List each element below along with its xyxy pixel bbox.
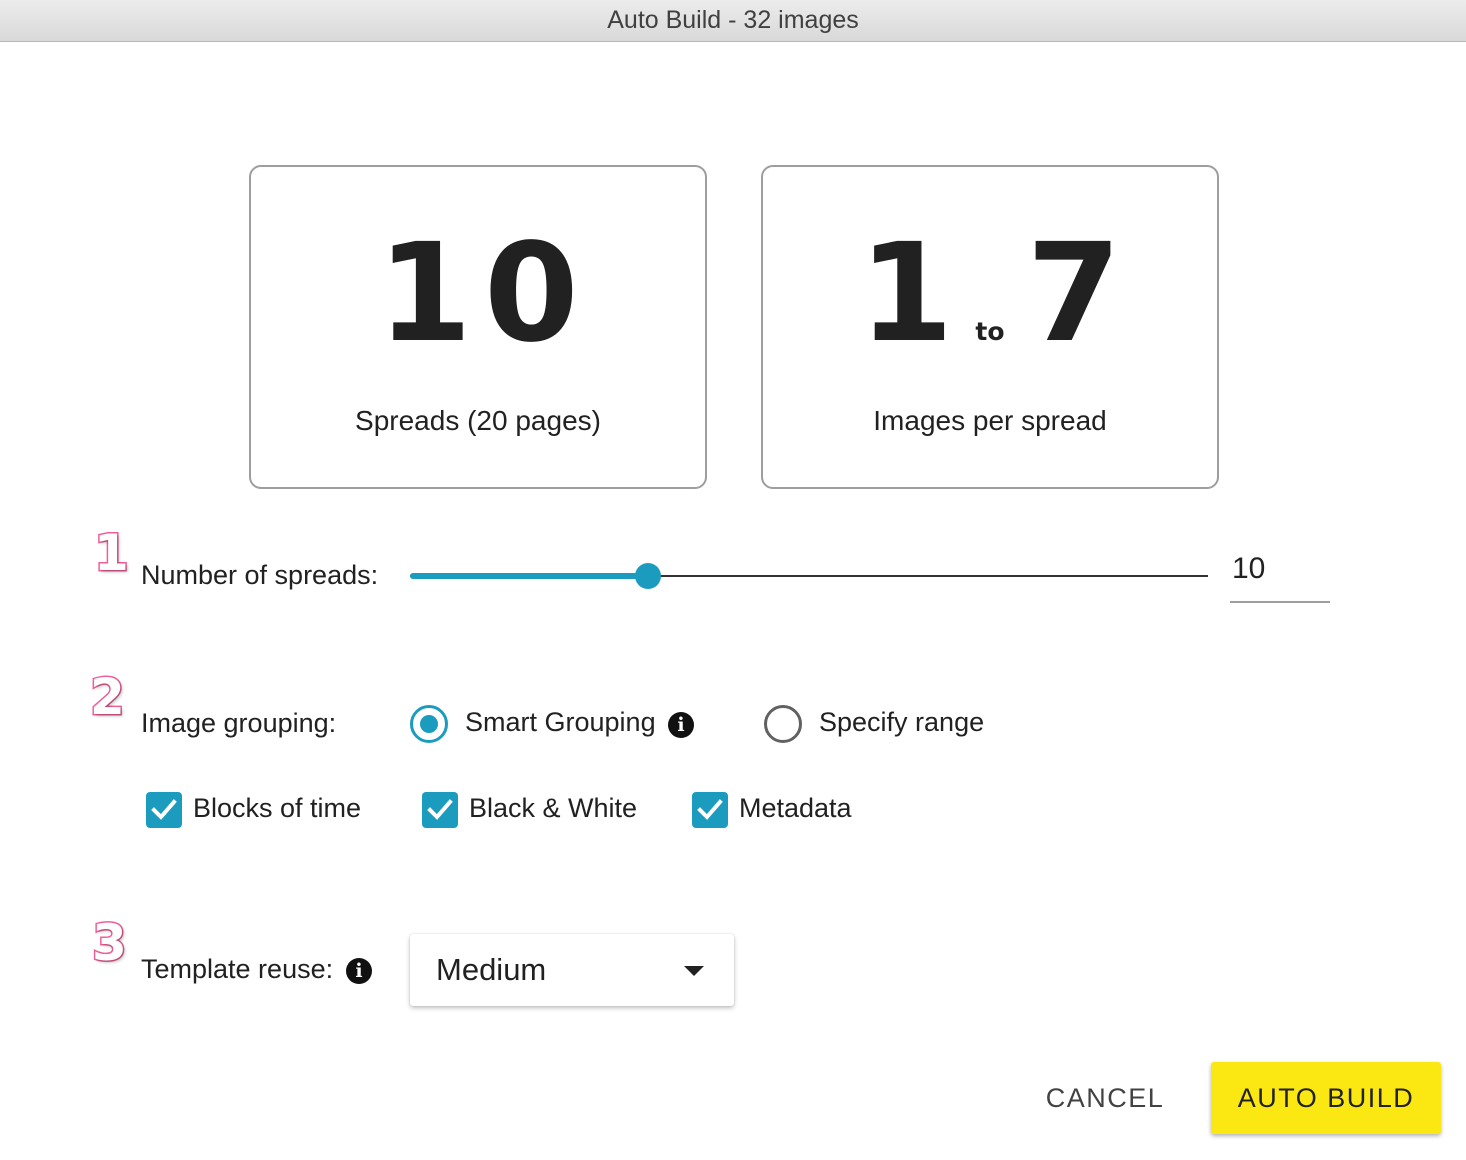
images-caption: Images per spread [873,405,1107,436]
step-number-3: 3 [91,913,129,974]
images-to-label: to [975,317,1005,346]
smart-grouping-label[interactable]: Smart Grouping [465,707,656,738]
spreads-slider-fill [410,573,648,579]
specify-range-label[interactable]: Specify range [819,707,984,738]
metadata-label[interactable]: Metadata [739,793,852,824]
window-titlebar: Auto Build - 32 images [0,0,1466,42]
spreads-label: Number of spreads: [141,560,379,590]
spreads-count: 10 [251,215,705,373]
images-range: 1 to 7 [763,215,1217,373]
check-icon [151,799,177,820]
cancel-button[interactable]: CANCEL [1030,1070,1180,1126]
step-number-1: 1 [93,523,131,584]
step-number-2: 2 [89,667,127,728]
spreads-count-value: 10 [377,215,591,373]
spreads-slider-thumb[interactable] [634,563,661,589]
spreads-summary-card: 10 Spreads (20 pages) [249,165,707,489]
template-reuse-select[interactable]: Medium [410,934,734,1006]
smart-grouping-radio[interactable] [410,705,448,743]
black-and-white-label[interactable]: Black & White [469,793,637,824]
specify-range-radio[interactable] [764,705,802,743]
caret-down-icon [684,966,704,976]
black-and-white-checkbox[interactable] [422,792,458,828]
template-reuse-value: Medium [436,952,547,987]
smart-grouping-info-icon[interactable]: i [668,712,694,738]
template-reuse-label: Template reuse: [141,954,334,984]
blocks-of-time-checkbox[interactable] [146,792,182,828]
blocks-of-time-label[interactable]: Blocks of time [193,793,361,824]
template-reuse-info-icon[interactable]: i [346,958,372,984]
metadata-checkbox[interactable] [692,792,728,828]
window-title: Auto Build - 32 images [607,6,859,34]
spreads-caption: Spreads (20 pages) [355,405,601,436]
images-min: 1 [858,215,954,373]
grouping-label: Image grouping: [141,708,337,738]
images-max: 7 [1026,215,1122,373]
images-per-spread-card: 1 to 7 Images per spread [761,165,1219,489]
check-icon [427,799,453,820]
auto-build-button[interactable]: AUTO BUILD [1211,1062,1441,1134]
check-icon [697,799,723,820]
spreads-value-field[interactable]: 10 [1230,548,1330,603]
